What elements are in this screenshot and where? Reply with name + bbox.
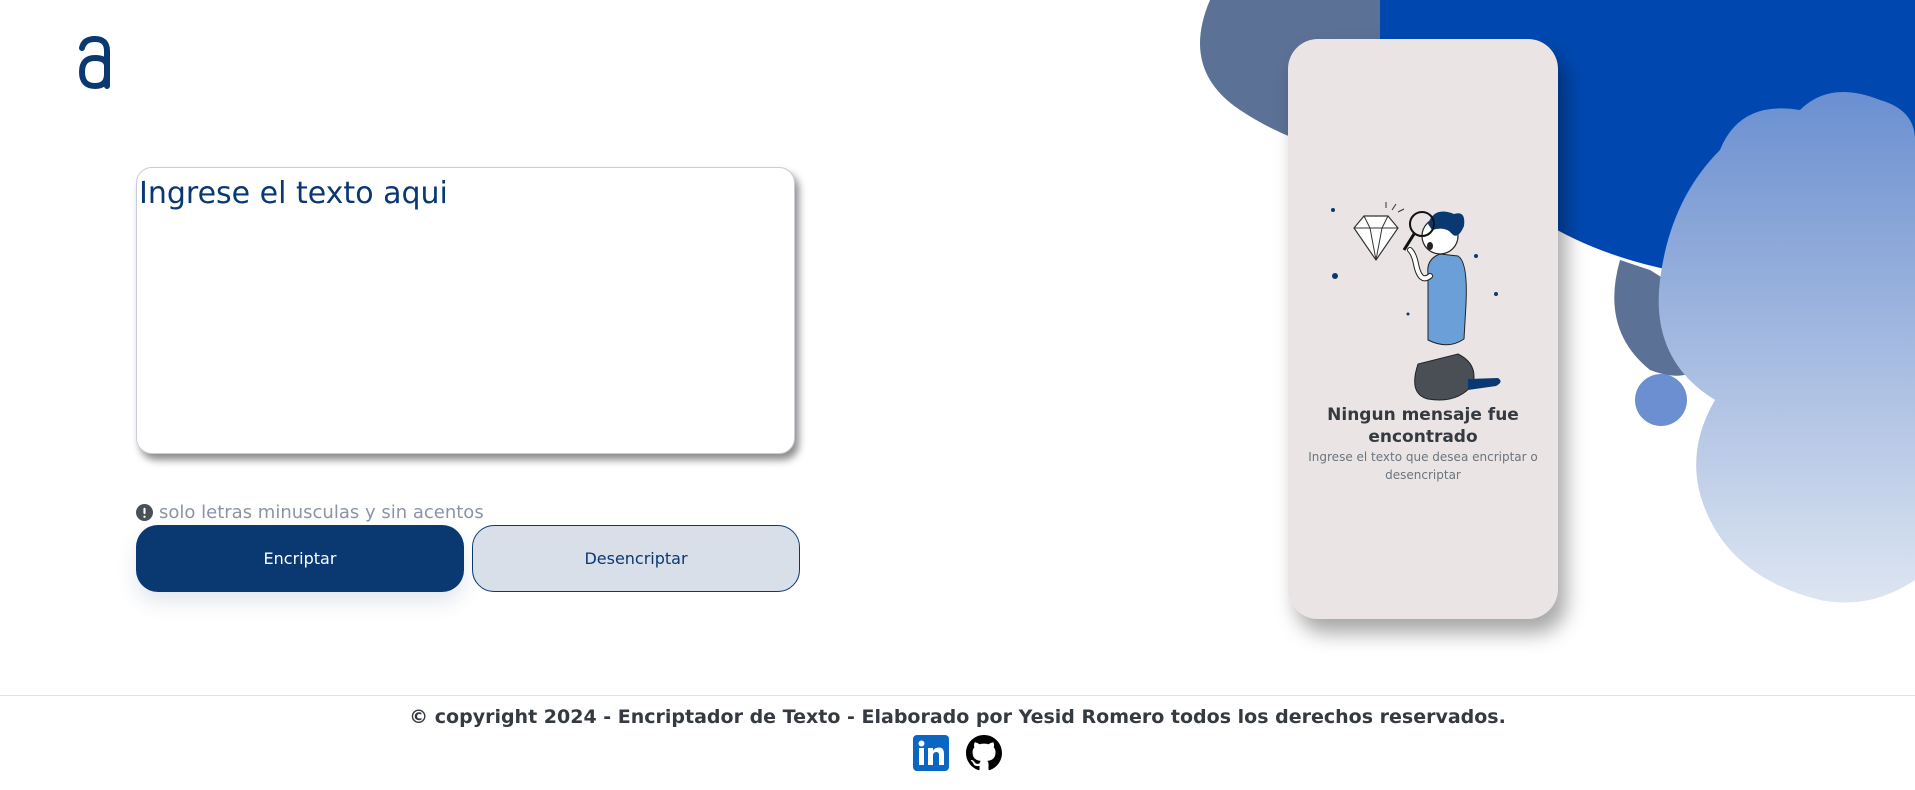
exclamation-circle-icon xyxy=(136,504,153,521)
copyright-text: © copyright 2024 - Encriptador de Texto … xyxy=(409,706,1506,728)
linkedin-icon xyxy=(913,735,949,771)
hint-text: solo letras minusculas y sin acentos xyxy=(159,502,484,523)
footer-divider xyxy=(0,695,1915,696)
decrypt-button[interactable]: Desencriptar xyxy=(472,525,800,592)
output-title: Ningun mensaje fue encontrado xyxy=(1327,405,1519,447)
github-icon xyxy=(966,735,1002,771)
text-input[interactable] xyxy=(137,168,794,453)
encrypt-button[interactable]: Encriptar xyxy=(136,525,464,592)
alura-a-logo-icon xyxy=(78,35,110,90)
logo[interactable] xyxy=(76,35,114,90)
linkedin-link[interactable] xyxy=(913,735,949,771)
input-hint: solo letras minusculas y sin acentos xyxy=(136,502,484,523)
social-links xyxy=(0,735,1915,771)
person-with-magnifier-and-diamond-illustration xyxy=(1331,202,1501,401)
github-link[interactable] xyxy=(966,735,1002,771)
text-input-card xyxy=(136,167,795,454)
output-subtitle: Ingrese el texto que desea encriptar o d… xyxy=(1308,450,1538,482)
output-panel: Ningun mensaje fue encontrado Ingrese el… xyxy=(1288,39,1558,619)
